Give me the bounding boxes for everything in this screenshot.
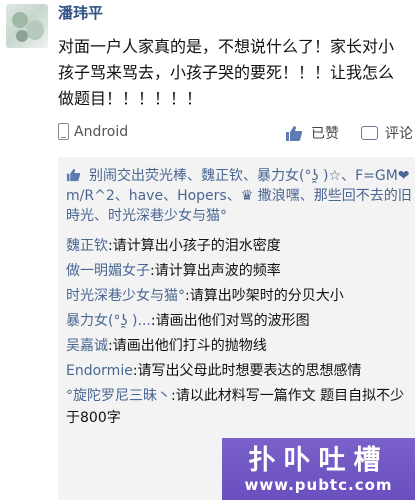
comment-text: :请计算出声波的频率: [150, 263, 281, 279]
comment-text: :请画出他们对骂的波形图: [150, 313, 310, 329]
comment-author[interactable]: 时光深巷少女与猫°: [66, 288, 185, 304]
avatar[interactable]: [6, 4, 48, 48]
comment-item[interactable]: °旋陀罗尼三昧丶:请以此材料写一篇作文 题目自拟不少于800字: [66, 385, 412, 429]
site-watermark: 扑卟吐槽 www.pubtc.com: [222, 438, 415, 500]
comment-item[interactable]: 做一明媚女子:请计算出声波的频率: [66, 260, 412, 282]
comment-item[interactable]: 暴力女(°ʖ̯ )...:请画出他们对骂的波形图: [66, 310, 412, 332]
comment-item[interactable]: 时光深巷少女与猫°:请算出吵架时的分贝大小: [66, 285, 412, 307]
post-body: 对面一户人家真的是，不想说什么了！家长对小孩子骂来骂去，小孩子哭的要死！！！让我…: [58, 37, 395, 108]
thumbs-up-icon: [286, 125, 303, 141]
comment-item[interactable]: 魏正钦:请计算出小孩子的泪水密度: [66, 235, 412, 257]
watermark-url: www.pubtc.com: [244, 476, 393, 494]
comment-author[interactable]: °旋陀罗尼三昧丶: [66, 388, 171, 404]
watermark-title: 扑卟吐槽: [248, 445, 389, 476]
like-label: 已赞: [311, 126, 339, 142]
likers-text: 别闹交出荧光棒、魏正钦、暴力女(°ʖ̯ )☆、F=GM❤m/R^2、have、H…: [66, 168, 412, 224]
comment-author[interactable]: 暴力女(°ʖ̯ )...: [66, 313, 151, 329]
comment-button[interactable]: 评论: [361, 123, 413, 143]
thumbs-up-icon: [66, 168, 81, 182]
like-button[interactable]: 已赞: [285, 123, 339, 143]
comment-icon: [361, 126, 378, 140]
likers-list[interactable]: 别闹交出荧光棒、魏正钦、暴力女(°ʖ̯ )☆、F=GM❤m/R^2、have、H…: [66, 166, 412, 226]
comment-author[interactable]: 做一明媚女子: [66, 263, 150, 279]
comment-label: 评论: [385, 126, 413, 142]
device-source: Android: [58, 123, 128, 140]
phone-icon: [58, 123, 69, 140]
comment-item[interactable]: Endormie:请写出父母此时想要表达的思想感情: [66, 360, 412, 382]
comment-author[interactable]: 吴嘉诚: [66, 338, 108, 354]
comment-text: :请算出吵架时的分贝大小: [185, 288, 344, 304]
comment-author[interactable]: 魏正钦: [66, 238, 108, 254]
comment-text: :请画出他们打斗的抛物线: [108, 338, 267, 354]
comment-text: :请写出父母此时想要表达的思想感情: [132, 363, 362, 379]
comment-author[interactable]: Endormie: [66, 363, 133, 379]
comment-item[interactable]: 吴嘉诚:请画出他们打斗的抛物线: [66, 335, 412, 357]
post-author[interactable]: 潘玮平: [58, 2, 103, 23]
comment-text: :请计算出小孩子的泪水密度: [108, 238, 281, 254]
device-label: Android: [74, 123, 129, 140]
post-meta-row: Android 已赞 评论: [58, 120, 415, 146]
